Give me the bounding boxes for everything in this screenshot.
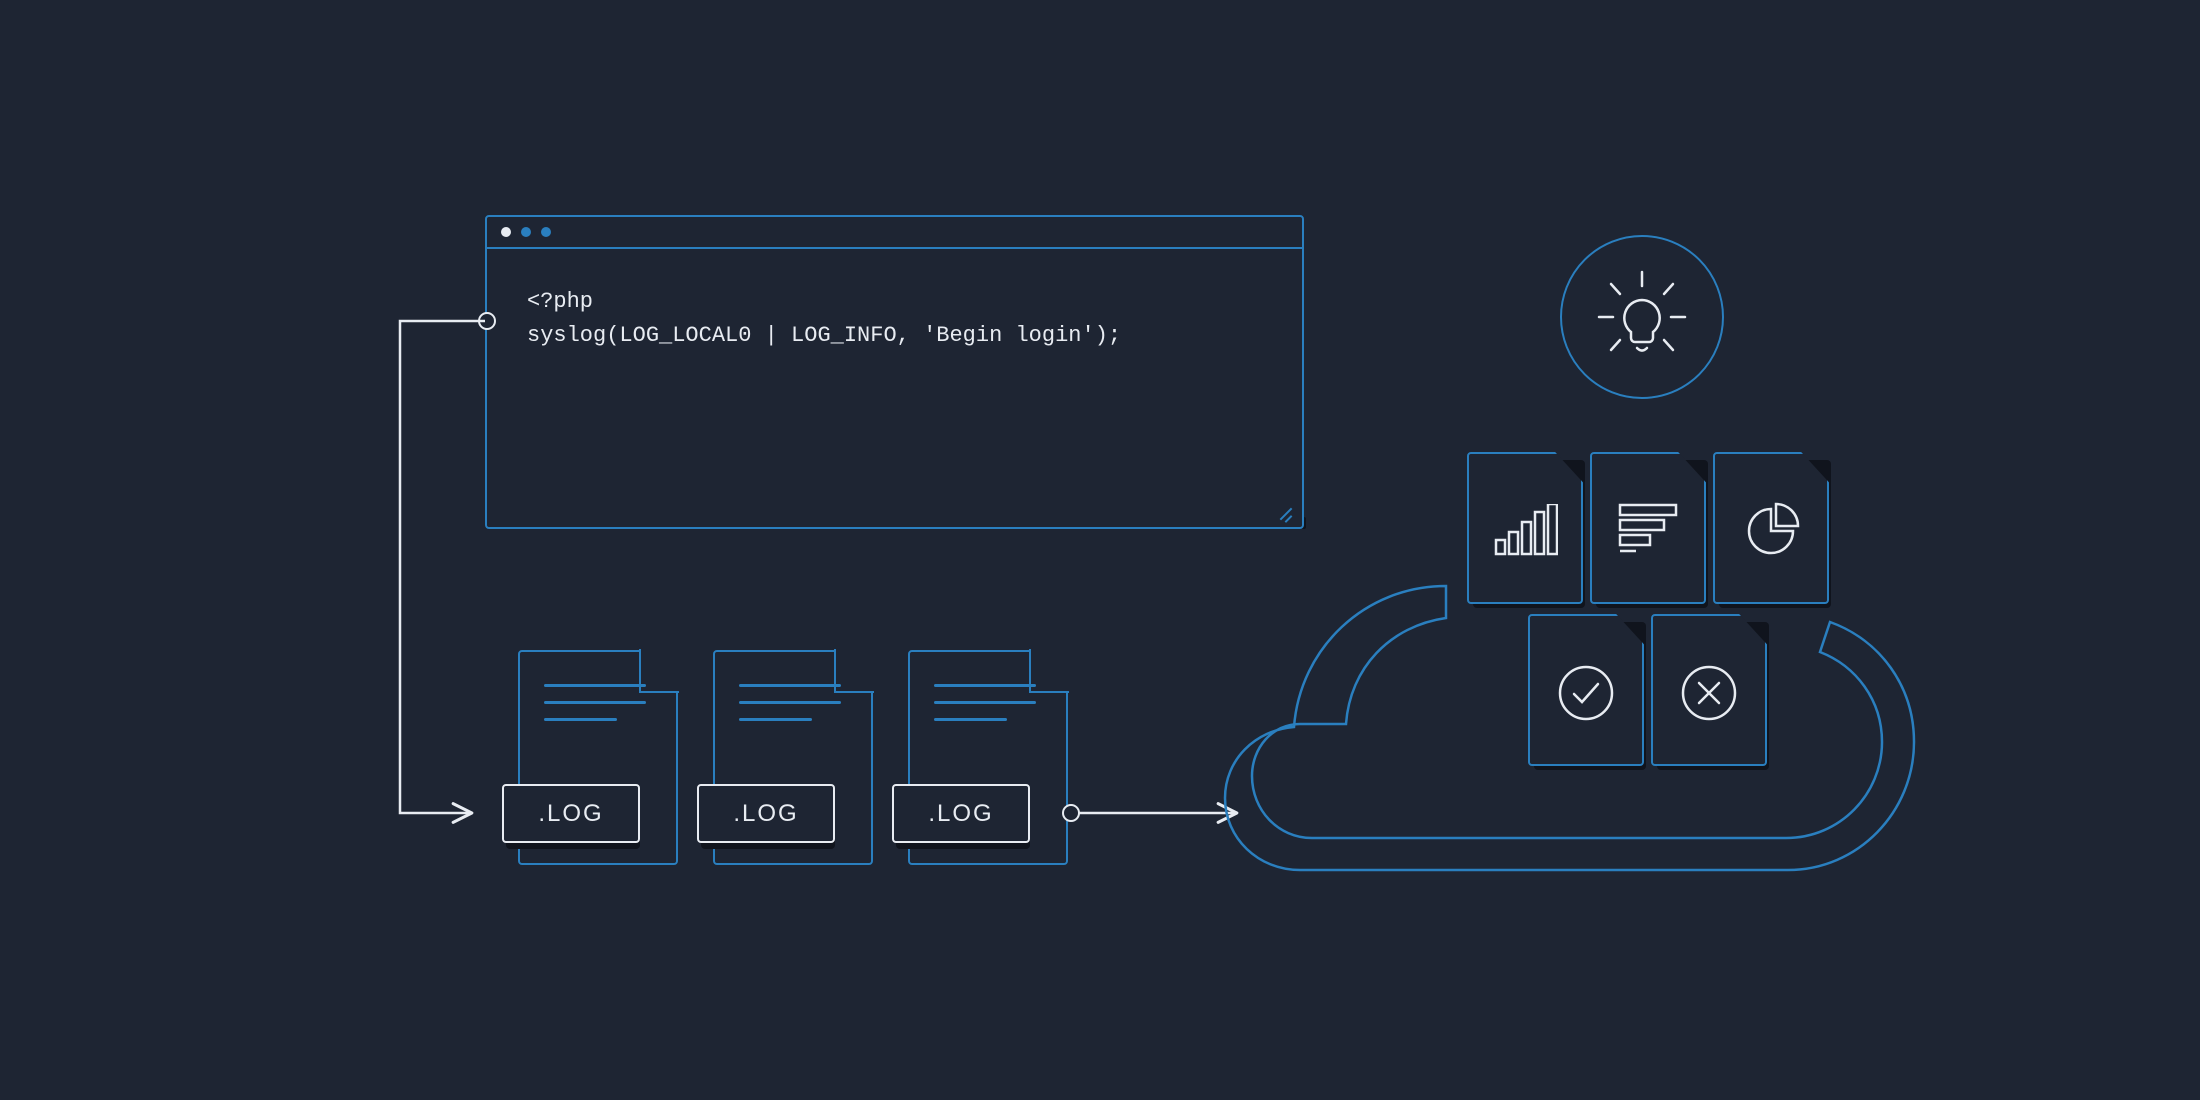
log-file: .LOG <box>713 650 873 865</box>
log-file: .LOG <box>908 650 1068 865</box>
bar-chart-icon <box>1492 504 1558 558</box>
horizontal-bars-icon <box>1618 503 1678 559</box>
pie-chart-icon <box>1742 502 1800 560</box>
log-label: .LOG <box>697 784 835 843</box>
connector-node <box>478 312 496 330</box>
window-dot-icon <box>541 227 551 237</box>
report-card <box>1651 614 1767 766</box>
report-card <box>1590 452 1706 604</box>
code-window: <?php syslog(LOG_LOCAL0 | LOG_INFO, 'Beg… <box>485 215 1304 529</box>
report-card <box>1467 452 1583 604</box>
code-block: <?php syslog(LOG_LOCAL0 | LOG_INFO, 'Beg… <box>487 249 1302 389</box>
window-titlebar <box>487 217 1302 249</box>
diagram-canvas: <?php syslog(LOG_LOCAL0 | LOG_INFO, 'Beg… <box>0 0 2200 1100</box>
connectors-overlay <box>0 0 2200 1100</box>
x-circle-icon <box>1679 663 1739 723</box>
connector-node <box>1062 804 1080 822</box>
log-file: .LOG <box>518 650 678 865</box>
log-label: .LOG <box>502 784 640 843</box>
insight-circle <box>1560 235 1724 399</box>
check-circle-icon <box>1556 663 1616 723</box>
resize-handle-icon <box>1278 505 1292 519</box>
code-line: <?php <box>527 289 593 314</box>
log-label: .LOG <box>892 784 1030 843</box>
report-card <box>1528 614 1644 766</box>
lightbulb-icon <box>1587 262 1697 372</box>
report-card <box>1713 452 1829 604</box>
code-line: syslog(LOG_LOCAL0 | LOG_INFO, 'Begin log… <box>527 323 1121 348</box>
window-dot-icon <box>501 227 511 237</box>
window-dot-icon <box>521 227 531 237</box>
